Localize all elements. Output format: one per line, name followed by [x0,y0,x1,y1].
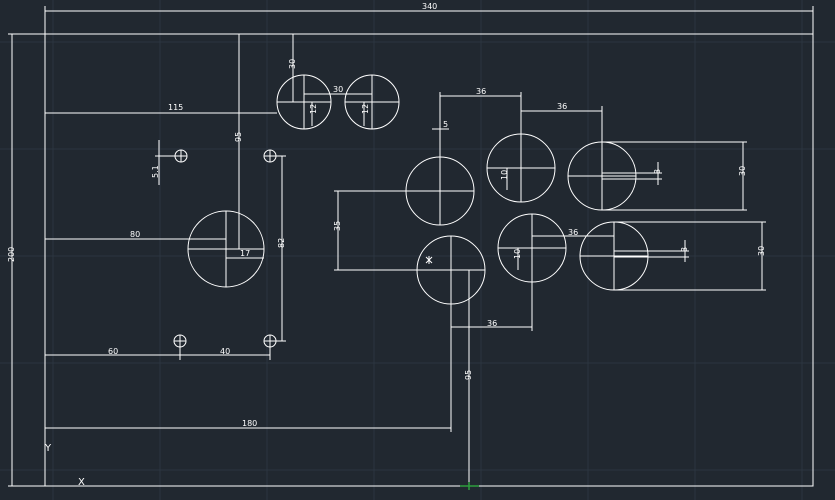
dim-40: 40 [220,347,230,356]
dim-10-a: 10 [500,170,509,180]
origin-marker-icon [460,482,479,490]
dim-30-vert: 30 [288,59,297,69]
dim-5: 5 [443,120,448,129]
dim-80: 80 [130,230,140,239]
ucs-x-label: X [78,477,85,488]
dim-17: 17 [240,249,250,258]
dim-3-b: 3 [680,247,689,252]
dim-12-a: 12 [309,104,318,114]
dim-3-a: 3 [653,169,662,174]
background-grid [0,0,835,500]
dim-12-b: 12 [361,104,370,114]
dim-overall-width: 340 [422,2,437,11]
dim-95-top: 95 [234,132,243,142]
dim-30-horiz: 30 [333,85,343,94]
dim-82: 82 [277,238,286,248]
dim-36-a: 36 [476,87,486,96]
dim-10-b: 10 [513,249,522,259]
dimension-lines [8,6,814,487]
dim-180: 180 [242,419,257,428]
dim-36-d: 36 [487,319,497,328]
dim-36-b: 36 [557,102,567,111]
dim-30-right-b: 30 [757,246,766,256]
ucs-y-label: Y [44,443,52,454]
dim-36-c: 36 [568,228,578,237]
dim-overall-height: 200 [7,247,16,262]
dim-35: 35 [333,221,342,231]
dim-30-right-a: 30 [738,166,747,176]
cad-drawing-canvas[interactable]: 340 200 115 95 30 30 12 12 5.1 80 17 82 … [0,0,835,500]
dim-60: 60 [108,347,118,356]
dim-95-bottom: 95 [464,370,473,380]
dim-115: 115 [168,103,183,112]
dim-5-1: 5.1 [151,165,160,178]
